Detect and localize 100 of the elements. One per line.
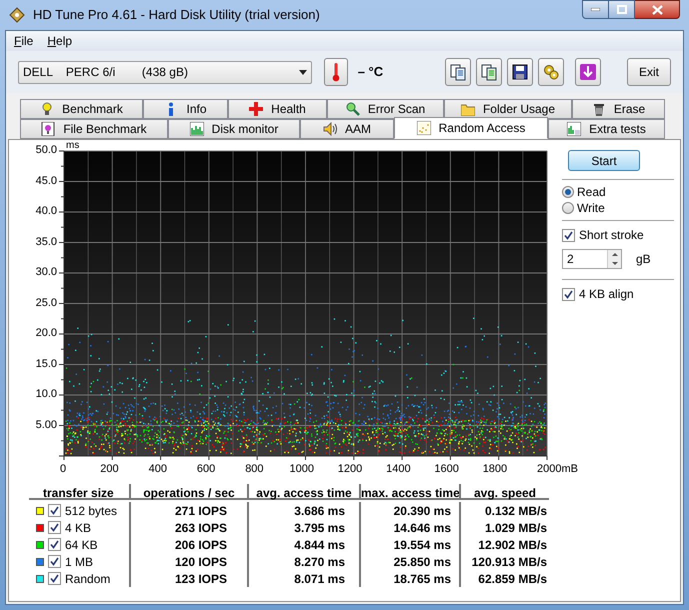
axis-label: 45.0 [34,176,57,186]
toolbar-button[interactable] [506,58,533,86]
axis-label: 50.0 [34,145,57,156]
axis-label: 20.0 [34,328,57,339]
unit-label: gB [636,251,651,268]
row-label: 512 bytes [65,502,118,520]
menu-item[interactable]: Help [47,32,72,50]
checkbox[interactable] [48,572,61,585]
tab[interactable]: Folder Usage [444,99,572,119]
radio-button[interactable] [562,202,574,214]
toolbar-button[interactable] [538,58,564,86]
table-cell: 1.029 MB/s [459,519,549,536]
row-label: 1 MB [65,554,94,570]
checkbox[interactable] [48,538,61,551]
table-cell: 8.270 ms [247,553,359,570]
axis-label: 10.0 [34,389,57,400]
tab[interactable]: Health [228,99,327,119]
axis-label: 15.0 [34,358,57,370]
column-header: max. access time [359,484,459,498]
radio-label: Write [577,200,605,217]
bar-chart-icon [190,122,204,136]
tab[interactable]: Random Access [394,117,548,139]
table-cell: 0.132 MB/s [459,502,549,519]
axis-label: 30.0 [34,267,57,278]
axis-label: 5.00 [34,420,57,430]
close-button[interactable] [635,0,680,19]
row-label: 4 KB [65,520,92,536]
checkbox-label: 4 KB align [579,286,634,303]
axis-label: 200 [100,464,119,475]
app-icon [9,7,25,23]
tab[interactable]: Extra tests [548,119,665,139]
axis-label: 40.0 [34,206,57,217]
close-icon [652,4,662,14]
table-cell: 12.902 MB/s [459,536,549,553]
tab[interactable]: File Benchmark [20,119,168,139]
tab[interactable]: Erase [572,99,665,119]
checkbox[interactable] [48,521,61,534]
minimize-button[interactable] [582,0,609,19]
size-spinner[interactable]: 2 [562,249,622,269]
axis-label: 400 [148,464,167,475]
start-button[interactable]: Start [568,150,640,171]
table-cell: 3.686 ms [247,502,359,519]
table-cell: 123 IOPS [129,570,247,587]
thermometer-icon [332,62,340,82]
exit-button[interactable]: Exit [626,58,671,86]
axis-label: 1600 [434,464,459,475]
checkbox[interactable] [48,555,61,568]
table-cell: 25.850 ms [359,553,459,570]
axis-label: 25.0 [34,298,57,308]
axis-label: 1000 [290,464,314,475]
table-cell: 120.913 MB/s [459,553,549,570]
axis-label: 1400 [386,464,411,475]
axis-label: 800 [245,464,264,475]
axis-label: 2000mB [537,464,578,475]
table-cell: 20.390 ms [359,502,459,519]
drive-dropdown[interactable]: DELL PERC 6/i (438 gB) [18,60,312,84]
menu-item[interactable]: File [14,32,34,50]
radio-label: Read [577,184,606,201]
gears-icon [542,63,560,81]
checkmark-icon [564,290,573,298]
temperature-reading: – °C [358,63,384,82]
trash-can-icon [592,102,606,116]
column-header: operations / sec [129,484,247,498]
checkbox[interactable] [48,504,61,517]
axis-label: 35.0 [34,236,57,248]
axis-unit: ms [66,141,80,151]
axis-label: 600 [196,464,216,475]
toolbar-button[interactable] [476,58,502,86]
copy-icon [480,63,498,81]
maximize-button[interactable] [609,0,635,19]
table-cell: 4.844 ms [247,536,359,553]
tab[interactable]: AAM [300,119,394,139]
cross-icon [249,102,264,116]
tab[interactable]: Info [143,99,228,119]
table-cell: 263 IOPS [129,519,247,536]
document-bulb-icon [41,122,56,136]
tab[interactable]: Error Scan [327,99,444,119]
column-header: avg. access time [247,484,359,498]
minimize-icon [591,8,600,11]
table-cell: 271 IOPS [129,502,247,519]
checkbox[interactable] [562,228,575,242]
table-cell: 19.554 ms [359,536,459,553]
radio-button[interactable] [562,186,574,198]
checkmark-icon [564,230,573,240]
temperature-button[interactable] [324,58,348,86]
scatter-chart-icon [416,121,431,135]
column-header: avg. speed [459,484,549,498]
window-title: HD Tune Pro 4.61 - Hard Disk Utility (trial version) [33,6,320,24]
axis-label: 1200 [338,464,362,475]
table-cell: 14.646 ms [359,519,459,536]
checkbox[interactable] [562,288,575,300]
tab[interactable]: Benchmark [20,99,143,119]
save-icon [510,63,529,81]
maximize-icon [616,5,626,14]
toolbar-button[interactable] [444,58,471,86]
table-cell: 18.765 ms [359,570,459,587]
tab[interactable]: Disk monitor [168,119,300,139]
magnifier-icon [346,102,360,116]
table-chart-icon [567,122,582,136]
column-header: transfer size [42,485,115,498]
